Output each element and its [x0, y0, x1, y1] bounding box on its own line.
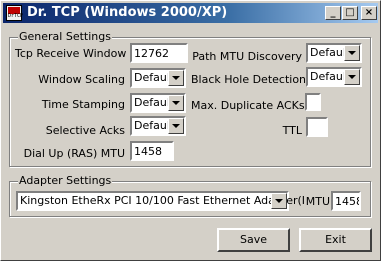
maximize-button[interactable]: □ [342, 6, 358, 20]
max-duplicate-acks-label: Max. Duplicate ACKs [191, 99, 305, 112]
black-hole-detection-select[interactable]: Default [306, 67, 362, 87]
chevron-down-icon[interactable] [168, 95, 184, 111]
dial-up-mtu-label: Dial Up (RAS) MTU [23, 147, 125, 160]
window-scaling-label: Window Scaling [38, 73, 125, 86]
time-stamping-label: Time Stamping [41, 98, 125, 111]
save-button[interactable]: Save [217, 228, 290, 252]
adapter-select[interactable]: Kingston EtheRx PCI 10/100 Fast Ethernet… [16, 191, 305, 211]
general-settings-legend: General Settings [18, 30, 112, 43]
selective-acks-label: Selective Acks [45, 124, 125, 137]
tcp-receive-window-label: Tcp Receive Window [15, 47, 127, 60]
dial-up-mtu-input[interactable]: 1458 [130, 141, 174, 161]
max-duplicate-acks-input[interactable] [305, 93, 321, 111]
adapter-value: Kingston EtheRx PCI 10/100 Fast Ethernet… [20, 194, 306, 207]
main-window: DrTCP Dr. TCP (Windows 2000/XP) _ □ × Ge… [0, 0, 381, 261]
time-stamping-select[interactable]: Default [130, 93, 186, 113]
adapter-settings-legend: Adapter Settings [18, 174, 113, 187]
selective-acks-select[interactable]: Default [130, 116, 186, 136]
title-bar[interactable]: DrTCP Dr. TCP (Windows 2000/XP) _ □ × [3, 3, 378, 23]
ttl-input[interactable] [306, 117, 328, 137]
minimize-button[interactable]: _ [325, 6, 341, 20]
chevron-down-icon[interactable] [344, 69, 360, 85]
chevron-down-icon[interactable] [344, 45, 360, 61]
path-mtu-discovery-select[interactable]: Default [306, 43, 362, 63]
tcp-receive-window-input[interactable]: 12762 [130, 43, 188, 63]
app-icon-label: DrTCP [8, 13, 24, 19]
app-icon[interactable]: DrTCP [6, 5, 24, 21]
chevron-down-icon[interactable] [168, 118, 184, 134]
window-scaling-select[interactable]: Default [130, 68, 186, 88]
chevron-down-icon[interactable] [168, 70, 184, 86]
mtu-label: MTU [305, 195, 330, 208]
path-mtu-discovery-label: Path MTU Discovery [192, 50, 302, 63]
window-title: Dr. TCP (Windows 2000/XP) [27, 5, 228, 20]
ttl-label: TTL [282, 124, 302, 137]
close-button[interactable]: × [361, 6, 377, 20]
mtu-input[interactable]: 1458 [331, 191, 361, 211]
black-hole-detection-label: Black Hole Detection [191, 73, 307, 86]
chevron-down-icon[interactable] [271, 193, 287, 209]
exit-button[interactable]: Exit [299, 228, 372, 252]
